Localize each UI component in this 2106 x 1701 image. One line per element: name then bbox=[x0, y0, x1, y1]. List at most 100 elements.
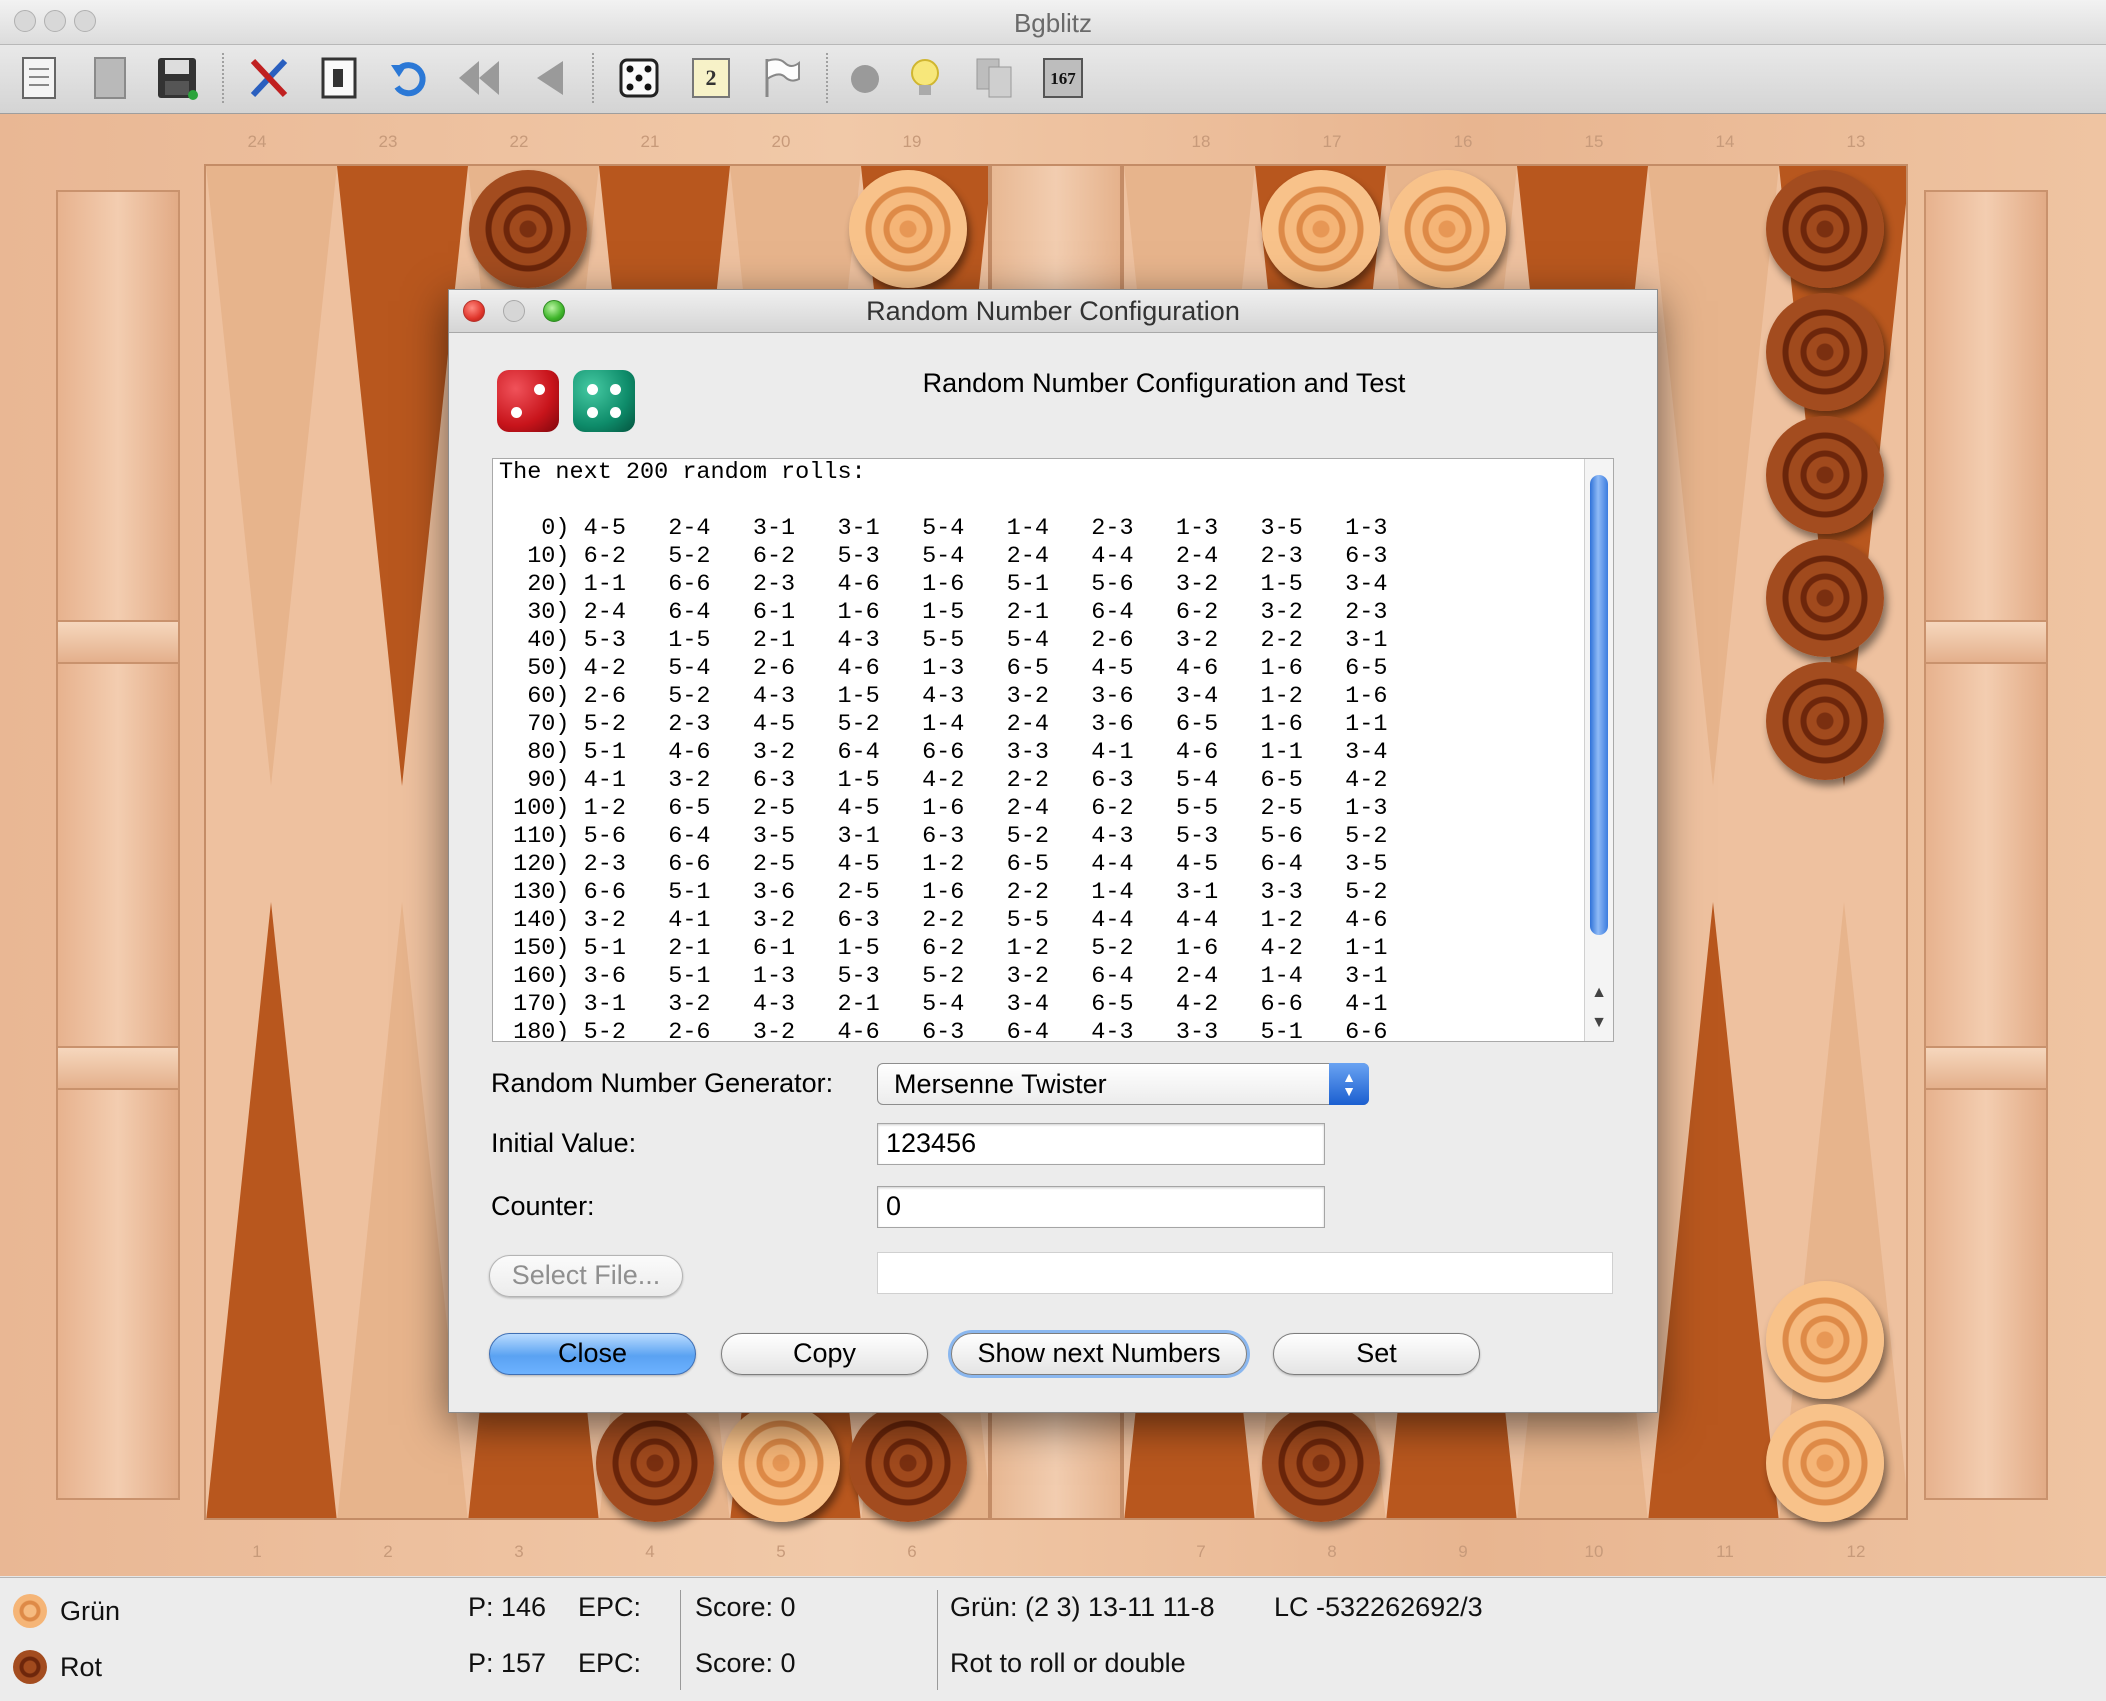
status-bar: Grün P: 146 EPC: Score: 0 Grün: (2 3) 13… bbox=[0, 1577, 2106, 1701]
initial-value-field[interactable]: 123456 bbox=[877, 1123, 1325, 1165]
checker-light[interactable] bbox=[849, 170, 967, 288]
point-number: 21 bbox=[640, 132, 660, 151]
dark-checker-icon bbox=[13, 1650, 47, 1684]
copy-button[interactable]: Copy bbox=[721, 1333, 928, 1375]
checker-light[interactable] bbox=[1388, 170, 1506, 288]
checker-dark[interactable] bbox=[1766, 416, 1884, 534]
point-number: 24 bbox=[247, 132, 267, 151]
point-number: 8 bbox=[1327, 1542, 1337, 1561]
point-number: 10 bbox=[1584, 1542, 1604, 1561]
scroll-thumb[interactable] bbox=[1590, 475, 1608, 935]
show-next-numbers-button[interactable]: Show next Numbers bbox=[951, 1333, 1247, 1375]
checker-dark[interactable] bbox=[1262, 1404, 1380, 1522]
point-number: 18 bbox=[1191, 132, 1211, 151]
counter-label: 167 bbox=[1050, 69, 1076, 88]
resign-flag-icon[interactable] bbox=[756, 51, 806, 105]
checker-dark[interactable] bbox=[1766, 662, 1884, 780]
double-cube-label: 2 bbox=[692, 58, 730, 98]
status-separator bbox=[937, 1590, 938, 1690]
player2-epc: EPC: bbox=[578, 1648, 642, 1678]
tray-divider bbox=[58, 1046, 178, 1090]
random-number-dialog: Random Number Configuration Random Numbe… bbox=[448, 289, 1658, 1413]
checker-dark[interactable] bbox=[849, 1404, 967, 1522]
board-view-icon[interactable] bbox=[314, 51, 364, 105]
hint-lightbulb-icon[interactable] bbox=[900, 51, 950, 105]
counter-field[interactable]: 0 bbox=[877, 1186, 1325, 1228]
red-die-icon bbox=[497, 370, 559, 432]
checker-dark[interactable] bbox=[596, 1404, 714, 1522]
point-number: 6 bbox=[907, 1542, 917, 1561]
scroll-up-arrow-icon[interactable]: ▲ bbox=[1585, 979, 1613, 1007]
status-separator bbox=[680, 1590, 681, 1690]
green-die-icon bbox=[573, 370, 635, 432]
dialog-title: Random Number Configuration bbox=[866, 296, 1240, 326]
checker-light[interactable] bbox=[1262, 170, 1380, 288]
point-number: 22 bbox=[509, 132, 529, 151]
checker-light[interactable] bbox=[1766, 1404, 1884, 1522]
save-disk-icon[interactable] bbox=[152, 51, 202, 105]
tray-divider bbox=[58, 620, 178, 664]
scroll-down-arrow-icon[interactable]: ▼ bbox=[1585, 1009, 1613, 1037]
initial-value-label: Initial Value: bbox=[491, 1128, 637, 1158]
checker-light[interactable] bbox=[1766, 1281, 1884, 1399]
double-cube-icon[interactable]: 2 bbox=[686, 51, 736, 105]
checker-dark[interactable] bbox=[1766, 170, 1884, 288]
dialog-heading: Random Number Configuration and Test bbox=[922, 368, 1406, 398]
checker-dark[interactable] bbox=[469, 170, 587, 288]
point-number: 4 bbox=[645, 1542, 655, 1561]
open-document-icon[interactable] bbox=[84, 51, 134, 105]
right-tray[interactable] bbox=[1924, 190, 2048, 1500]
step-back-icon[interactable] bbox=[524, 51, 574, 105]
toolbar-separator bbox=[222, 53, 226, 103]
checker-light[interactable] bbox=[722, 1404, 840, 1522]
window-title: Bgblitz bbox=[1013, 8, 1093, 38]
set-button[interactable]: Set bbox=[1273, 1333, 1480, 1375]
rng-select[interactable]: Mersenne Twister ▲ ▼ bbox=[877, 1063, 1369, 1105]
point-number: 3 bbox=[514, 1542, 524, 1561]
left-tray bbox=[56, 190, 180, 1500]
point-number: 2 bbox=[383, 1542, 393, 1561]
point-number: 9 bbox=[1458, 1542, 1468, 1561]
dialog-titlebar: Random Number Configuration bbox=[449, 290, 1657, 333]
rng-select-value: Mersenne Twister bbox=[894, 1069, 1107, 1099]
point-number: 12 bbox=[1846, 1542, 1866, 1561]
point-number: 19 bbox=[902, 132, 922, 151]
lc-value: LC -532262692/3 bbox=[1274, 1592, 1483, 1622]
new-document-icon[interactable] bbox=[14, 51, 64, 105]
undo-icon[interactable] bbox=[384, 51, 434, 105]
rewind-icon[interactable] bbox=[454, 51, 504, 105]
point-number: 7 bbox=[1196, 1542, 1206, 1561]
close-button[interactable]: Close bbox=[489, 1333, 696, 1375]
checker-dark[interactable] bbox=[1766, 293, 1884, 411]
light-checker-icon bbox=[13, 1594, 47, 1628]
toolbar: 2 167 bbox=[0, 45, 2106, 114]
tray-divider bbox=[1926, 620, 2046, 664]
select-file-button[interactable]: Select File... bbox=[489, 1255, 683, 1297]
point-number: 16 bbox=[1453, 132, 1473, 151]
player2-score: Score: 0 bbox=[695, 1648, 796, 1678]
checker-dark[interactable] bbox=[1766, 539, 1884, 657]
rolls-text-area[interactable]: The next 200 random rolls: 0) 4-5 2-4 3-… bbox=[492, 458, 1614, 1042]
point-number: 14 bbox=[1715, 132, 1735, 151]
counter-icon[interactable]: 167 bbox=[1038, 51, 1088, 105]
point-number: 5 bbox=[776, 1542, 786, 1561]
roll-dice-icon[interactable] bbox=[614, 51, 664, 105]
point-number: 23 bbox=[378, 132, 398, 151]
tools-settings-icon[interactable] bbox=[244, 51, 294, 105]
copy-icon[interactable] bbox=[970, 51, 1020, 105]
rolls-text: The next 200 random rolls: 0) 4-5 2-4 3-… bbox=[499, 459, 1388, 1042]
window-titlebar: Bgblitz bbox=[0, 0, 2106, 45]
dice-icons bbox=[497, 370, 637, 440]
player1-pips: P: 146 bbox=[468, 1592, 547, 1622]
toolbar-separator bbox=[592, 53, 596, 103]
file-path-field[interactable] bbox=[877, 1252, 1613, 1294]
point-number: 17 bbox=[1322, 132, 1342, 151]
point-number: 11 bbox=[1716, 1542, 1734, 1561]
point-number: 20 bbox=[771, 132, 791, 151]
last-move: Grün: (2 3) 13-11 11-8 bbox=[950, 1592, 1215, 1622]
rolls-scrollbar[interactable]: ▲ ▼ bbox=[1584, 459, 1613, 1041]
status-message: Rot to roll or double bbox=[950, 1648, 1186, 1678]
circle-icon[interactable] bbox=[840, 51, 890, 105]
player2-pips: P: 157 bbox=[468, 1648, 547, 1678]
counter-label: Counter: bbox=[491, 1191, 595, 1221]
